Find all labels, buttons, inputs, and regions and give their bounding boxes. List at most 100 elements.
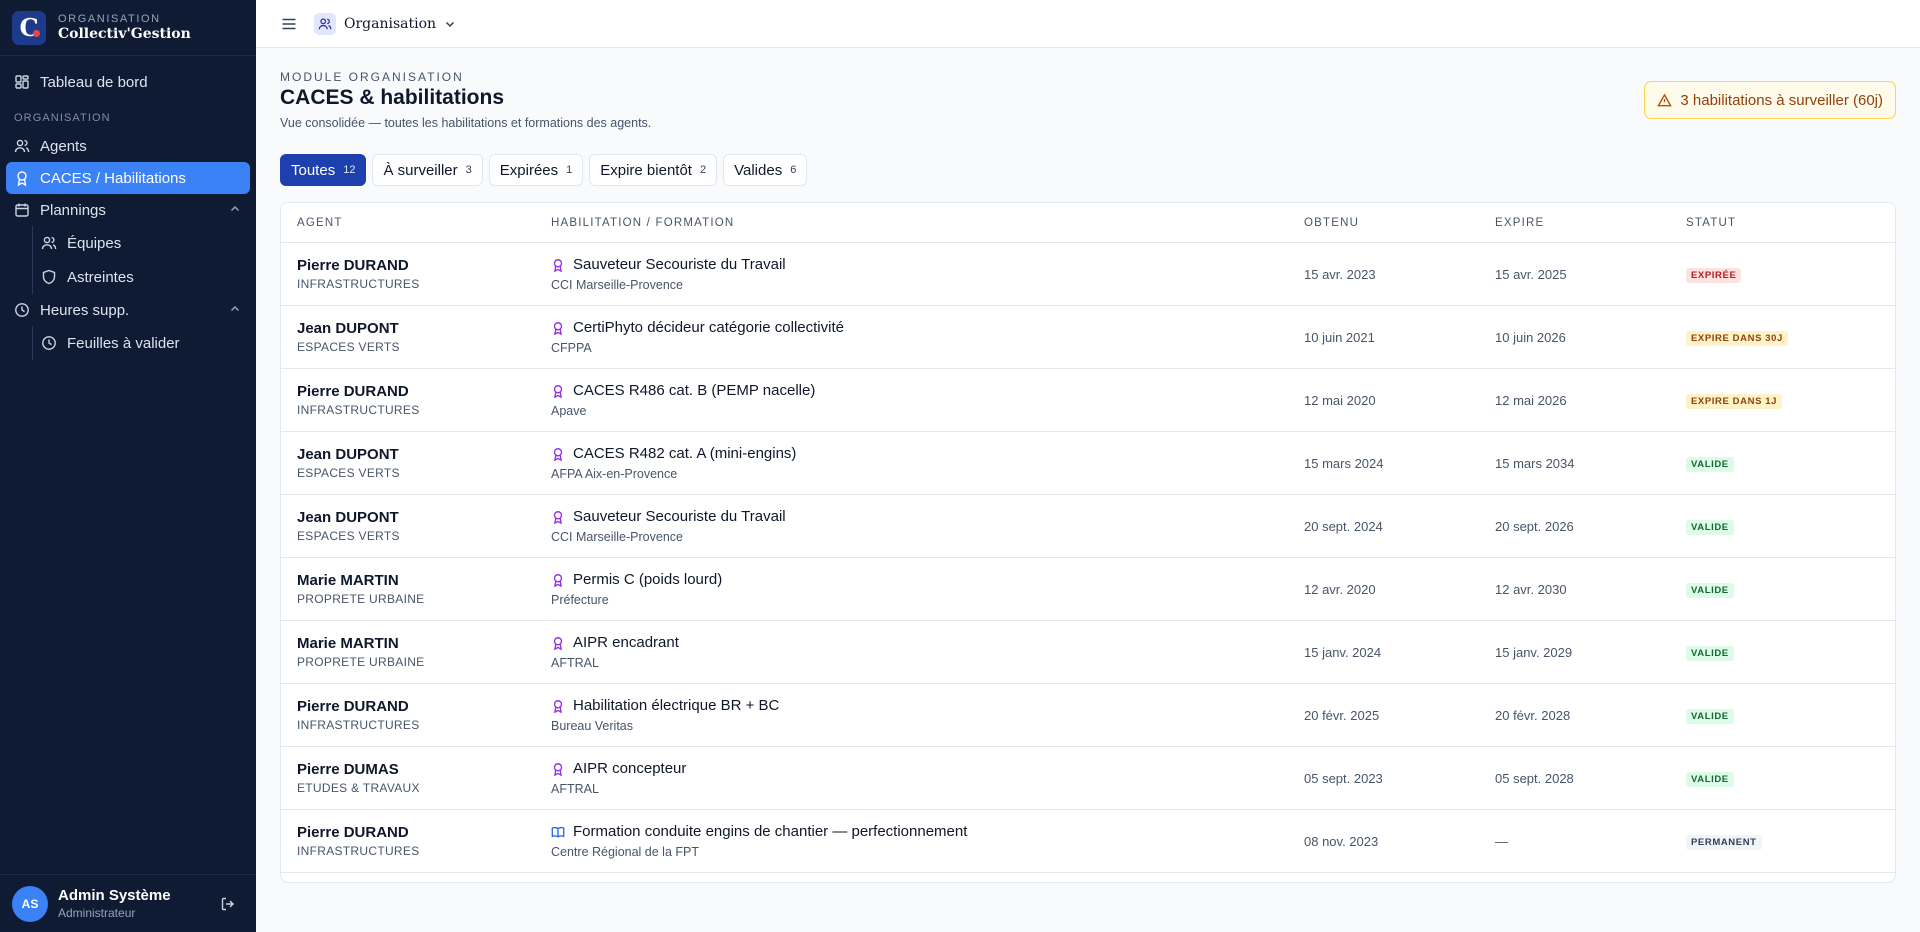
date-expire: 15 avr. 2025 bbox=[1495, 267, 1567, 282]
logout-icon[interactable] bbox=[220, 896, 236, 912]
column-header-obtenu[interactable]: OBTENU bbox=[1304, 217, 1359, 229]
column-header-agent[interactable]: AGENT bbox=[297, 217, 343, 229]
avatar[interactable]: AS bbox=[12, 885, 48, 922]
sidebar-item-caces[interactable]: CACES / Habilitations bbox=[6, 162, 250, 194]
table-row[interactable]: Jean DUPONT ESPACES VERTS CACES R482 cat… bbox=[281, 432, 1895, 495]
brand[interactable]: C ORGANISATION Collectiv'Gestion bbox=[0, 0, 256, 56]
sidebar-item-plannings[interactable]: Plannings bbox=[6, 194, 250, 226]
sidebar-item-agents[interactable]: Agents bbox=[6, 130, 250, 162]
filter-count: 2 bbox=[699, 164, 707, 176]
menu-icon[interactable] bbox=[280, 15, 298, 33]
habilitation-name: AIPR concepteur bbox=[551, 760, 686, 777]
sidebar-item-feuilles[interactable]: Feuilles à valider bbox=[33, 326, 250, 360]
date-obtenu: 20 févr. 2025 bbox=[1304, 708, 1380, 723]
table-row[interactable]: Pierre DURAND INFRASTRUCTURES CACES R486… bbox=[281, 369, 1895, 432]
table-row[interactable]: Pierre DURAND INFRASTRUCTURES Formation … bbox=[281, 810, 1895, 873]
sidebar-item-label: Feuilles à valider bbox=[67, 334, 180, 352]
status-badge: EXPIRE DANS 30J bbox=[1686, 331, 1788, 346]
filter-label: Expire bientôt bbox=[600, 161, 692, 179]
users-icon bbox=[318, 17, 332, 29]
date-obtenu: 12 avr. 2020 bbox=[1304, 582, 1376, 597]
table-row[interactable]: Marie MARTIN PROPRETE URBAINE Permis C (… bbox=[281, 558, 1895, 621]
date-obtenu: 20 sept. 2024 bbox=[1304, 519, 1383, 534]
habilitation-label: CertiPhyto décideur catégorie collectivi… bbox=[573, 319, 844, 336]
sidebar-item-label: Plannings bbox=[40, 201, 106, 219]
table-row[interactable]: Pierre DURAND INFRASTRUCTURES Habilitati… bbox=[281, 684, 1895, 747]
agent-department: PROPRETE URBAINE bbox=[297, 655, 425, 669]
brand-kicker: ORGANISATION bbox=[58, 13, 161, 25]
column-header-expire[interactable]: EXPIRE bbox=[1495, 217, 1544, 229]
warning-alert[interactable]: 3 habilitations à surveiller (60j) bbox=[1644, 81, 1896, 119]
filter-expire-bientot[interactable]: Expire bientôt 2 bbox=[589, 154, 718, 186]
chevron-up-icon[interactable] bbox=[228, 202, 242, 216]
habilitation-name: Sauveteur Secouriste du Travail bbox=[551, 256, 786, 273]
table-row[interactable]: Pierre DUMAS ETUDES & TRAVAUX AIPR conce… bbox=[281, 747, 1895, 810]
status-badge: VALIDE bbox=[1686, 457, 1734, 472]
sidebar-item-heures[interactable]: Heures supp. bbox=[6, 294, 250, 326]
status-badge: VALIDE bbox=[1686, 709, 1734, 724]
habilitation-label: Sauveteur Secouriste du Travail bbox=[573, 508, 786, 525]
habilitation-label: AIPR encadrant bbox=[573, 634, 679, 651]
date-obtenu: 12 mai 2020 bbox=[1304, 393, 1376, 408]
main-content: MODULE ORGANISATION CACES & habilitation… bbox=[280, 48, 1896, 932]
award-icon bbox=[553, 447, 563, 461]
table-row[interactable]: Jean DUPONT ESPACES VERTS CertiPhyto déc… bbox=[281, 306, 1895, 369]
user-panel: AS Admin Système Administrateur bbox=[0, 874, 256, 932]
chevron-down-icon bbox=[446, 21, 455, 27]
habilitation-name: Habilitation électrique BR + BC bbox=[551, 697, 779, 714]
agent-department: INFRASTRUCTURES bbox=[297, 844, 420, 858]
organisation-label: Organisation bbox=[344, 15, 437, 32]
date-expire: — bbox=[1495, 834, 1508, 849]
agent-name: Jean DUPONT bbox=[297, 446, 399, 463]
filter-a-surveiller[interactable]: À surveiller 3 bbox=[372, 154, 483, 186]
habilitation-organisme: CFPPA bbox=[551, 341, 592, 355]
sidebar-item-label: Astreintes bbox=[67, 268, 134, 286]
user-name: Admin Système bbox=[58, 887, 171, 904]
award-icon bbox=[553, 636, 563, 650]
table-row[interactable]: Pierre DURAND INFRASTRUCTURES Sauveteur … bbox=[281, 243, 1895, 306]
page-kicker: MODULE ORGANISATION bbox=[280, 70, 464, 84]
sidebar-item-astreintes[interactable]: Astreintes bbox=[33, 260, 250, 294]
agent-department: PROPRETE URBAINE bbox=[297, 592, 425, 606]
agent-department: INFRASTRUCTURES bbox=[297, 718, 420, 732]
sidebar-item-equipes[interactable]: Équipes bbox=[33, 226, 250, 260]
status-badge: VALIDE bbox=[1686, 772, 1734, 787]
filter-count: 1 bbox=[566, 164, 573, 176]
organisation-switcher[interactable]: Organisation bbox=[314, 12, 456, 35]
habilitation-name: AIPR encadrant bbox=[551, 634, 679, 651]
date-expire: 12 mai 2026 bbox=[1495, 393, 1567, 408]
agent-name: Jean DUPONT bbox=[297, 320, 399, 337]
agent-name: Pierre DUMAS bbox=[297, 761, 399, 778]
habilitation-organisme: Préfecture bbox=[551, 593, 609, 607]
habilitation-name: CACES R486 cat. B (PEMP nacelle) bbox=[551, 382, 815, 399]
clock-icon bbox=[42, 336, 56, 350]
user-role: Administrateur bbox=[58, 906, 136, 920]
date-obtenu: 15 janv. 2024 bbox=[1304, 645, 1382, 660]
award-icon bbox=[553, 510, 563, 524]
column-header-habilitation[interactable]: HABILITATION / FORMATION bbox=[551, 217, 734, 229]
table-row[interactable]: Jean DUPONT ESPACES VERTS Sauveteur Seco… bbox=[281, 495, 1895, 558]
date-obtenu: 15 avr. 2023 bbox=[1304, 267, 1376, 282]
agent-name: Pierre DURAND bbox=[297, 383, 409, 400]
habilitation-label: Permis C (poids lourd) bbox=[573, 571, 723, 588]
filter-toutes[interactable]: Toutes 12 bbox=[280, 154, 367, 186]
date-expire: 15 mars 2034 bbox=[1495, 456, 1575, 471]
award-icon bbox=[553, 699, 563, 713]
habilitation-label: CACES R486 cat. B (PEMP nacelle) bbox=[573, 382, 816, 399]
table-row[interactable]: Marie MARTIN PROPRETE URBAINE AIPR encad… bbox=[281, 621, 1895, 684]
award-icon bbox=[17, 171, 27, 186]
agent-name: Pierre DURAND bbox=[297, 698, 409, 715]
clock-icon bbox=[15, 303, 29, 317]
award-icon bbox=[553, 573, 563, 587]
page-title: CACES & habilitations bbox=[280, 86, 505, 109]
filter-count: 12 bbox=[343, 164, 356, 176]
habilitation-label: Habilitation électrique BR + BC bbox=[573, 697, 780, 714]
sidebar-item-dashboard[interactable]: Tableau de bord bbox=[6, 66, 250, 98]
habilitation-label: AIPR concepteur bbox=[573, 760, 687, 777]
filter-valides[interactable]: Valides 6 bbox=[723, 154, 808, 186]
chevron-up-icon[interactable] bbox=[228, 302, 242, 316]
habilitation-organisme: CCI Marseille-Provence bbox=[551, 278, 683, 292]
column-header-statut[interactable]: STATUT bbox=[1686, 217, 1736, 229]
filter-count: 3 bbox=[465, 164, 472, 176]
filter-expirees[interactable]: Expirées 1 bbox=[488, 154, 584, 186]
